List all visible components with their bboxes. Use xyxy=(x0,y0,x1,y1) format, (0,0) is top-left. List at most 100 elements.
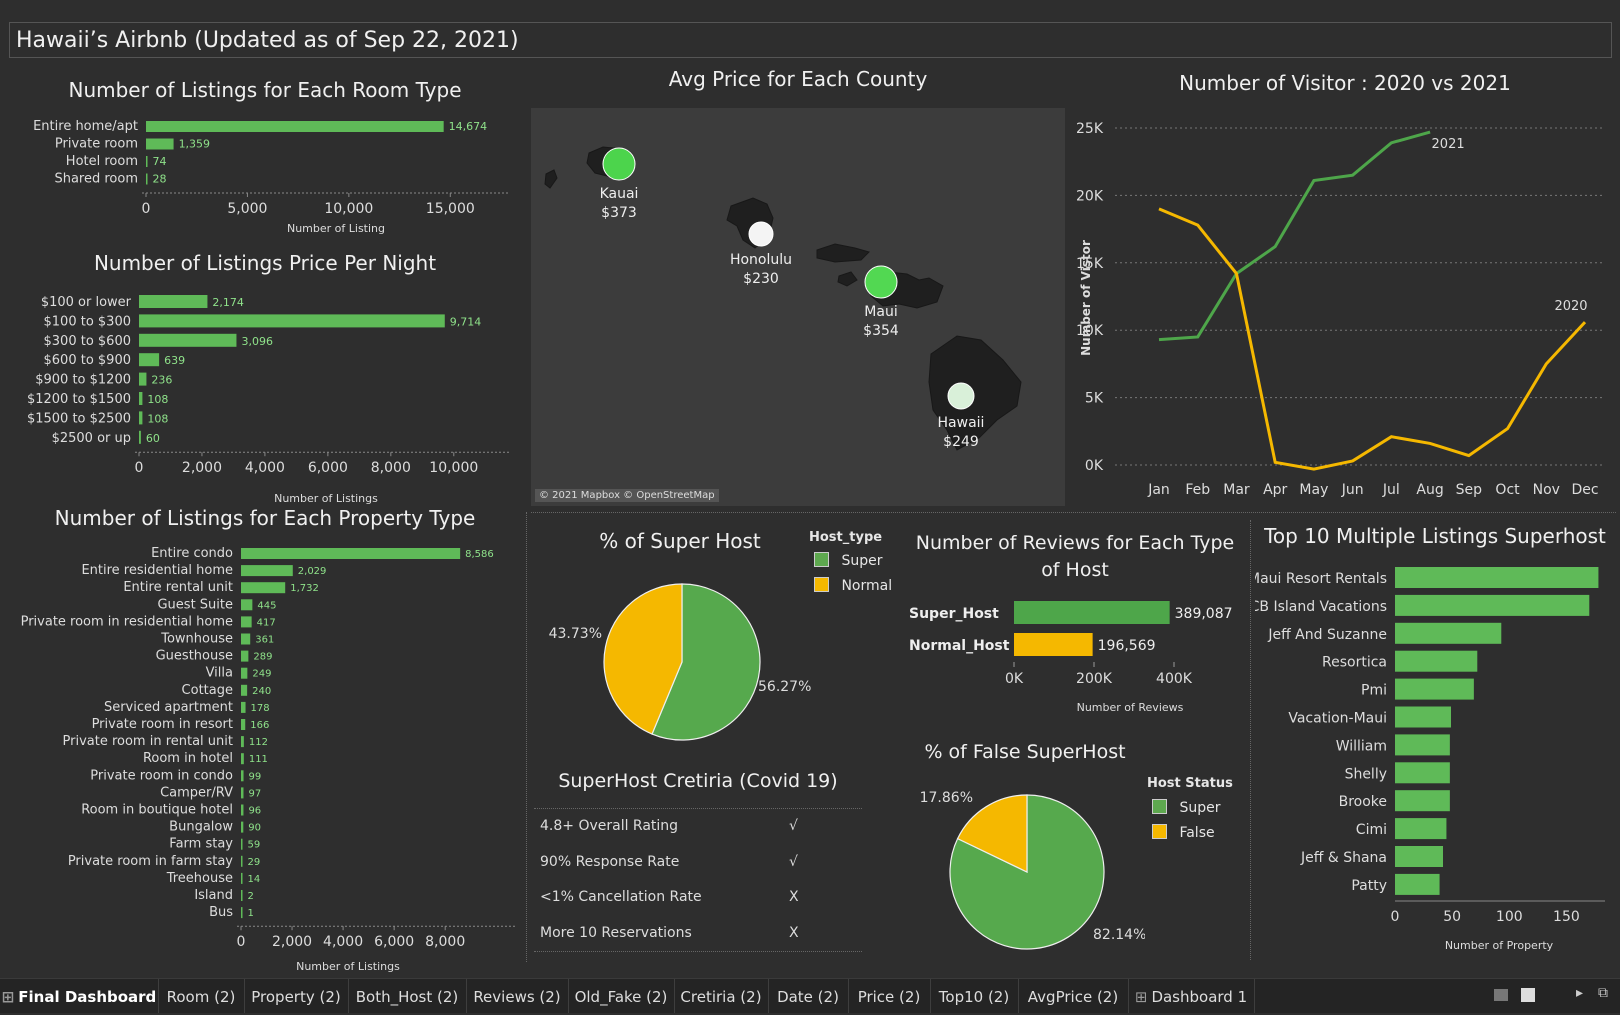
x-tick-label: 6,000 xyxy=(374,934,414,950)
x-tick-label: Nov xyxy=(1533,482,1560,498)
tab-date[interactable]: Date (2) xyxy=(768,979,849,1013)
x-tick-label: Oct xyxy=(1495,482,1520,498)
bar-category-label: $1500 to $2500 xyxy=(27,411,131,426)
tab-top10[interactable]: Top10 (2) xyxy=(930,979,1019,1013)
bar xyxy=(146,173,148,185)
legend-normal-label: Normal xyxy=(841,578,893,594)
legend-super[interactable]: Super xyxy=(814,552,882,569)
legend-fs-super[interactable]: Super xyxy=(1152,799,1220,816)
x-tick-label: 2,000 xyxy=(272,934,312,950)
bar xyxy=(1395,734,1450,756)
x-tick-label: 4,000 xyxy=(323,934,363,950)
y-tick-label: 25K xyxy=(1076,121,1104,137)
bar-value-label: 108 xyxy=(147,412,168,425)
room-type-chart: Entire home/apt 14,674 Private room 1,359 Ho… xyxy=(33,119,509,235)
host-type-legend-title: Host_type xyxy=(809,530,883,545)
tab-old-fake[interactable]: Old_Fake (2) xyxy=(568,979,675,1013)
bar-value-label: 639 xyxy=(164,354,185,367)
bar xyxy=(139,353,160,367)
county-map[interactable]: Kauai $373 Honolulu $230 Maui $354 Hawaii $249 … xyxy=(531,108,1065,506)
bar-value-label: 178 xyxy=(251,703,270,714)
tab-both-host[interactable]: Both_Host (2) xyxy=(348,979,467,1013)
tab-property[interactable]: Property (2) xyxy=(244,979,349,1013)
bar xyxy=(241,872,243,884)
filmstrip-view-icon[interactable] xyxy=(1494,989,1508,1001)
sheet-tab-bar: ⊞ Final Dashboard Room (2) Property (2) B… xyxy=(0,978,1620,1013)
county-name-label: Hawaii xyxy=(938,415,985,431)
criteria-row: More 10 Reservations X xyxy=(540,925,799,941)
price-night-chart: $100 or lower 2,174 $100 to $300 9,714 $300 … xyxy=(27,295,509,504)
pie-value-label: 82.14% xyxy=(1093,927,1145,943)
bar-value-label: 236 xyxy=(151,374,172,387)
presentation-icon[interactable]: ⧉ xyxy=(1598,985,1608,1001)
bar-category-label: $100 or lower xyxy=(41,295,132,310)
county-price-label: $373 xyxy=(601,205,637,221)
y-tick-label: 5K xyxy=(1085,391,1104,407)
tab-final-dashboard[interactable]: ⊞ Final Dashboard xyxy=(0,979,159,1013)
bar-category-label: Pmi xyxy=(1361,683,1387,699)
x-tick-label: 0 xyxy=(1391,909,1400,925)
tab-reviews[interactable]: Reviews (2) xyxy=(466,979,569,1013)
bar-category-label: Normal_Host xyxy=(909,638,1010,654)
visitor-line-chart: 0K5K10K15K20K25KJan Feb Mar Apr May Jun Jul Aug… xyxy=(1076,121,1605,498)
series-line-2021 xyxy=(1158,130,1431,342)
bar xyxy=(1395,790,1450,812)
tab-dashboard-1[interactable]: ⊞ Dashboard 1 xyxy=(1128,979,1255,1013)
criteria-row: 4.8+ Overall Rating √ xyxy=(540,818,798,834)
bar-category-label: Jeff And Suzanne xyxy=(1267,627,1387,643)
legend-normal[interactable]: Normal xyxy=(814,577,892,594)
island-shape xyxy=(816,243,870,263)
bar-value-label: 9,714 xyxy=(450,315,482,328)
bar-category-label: CB Island Vacations xyxy=(1255,599,1387,615)
bar xyxy=(139,372,147,386)
bar-value-label: 28 xyxy=(153,173,167,186)
county-price-label: $354 xyxy=(863,323,899,339)
bar-category-label: Hotel room xyxy=(66,154,138,169)
bar-value-label: 97 xyxy=(248,788,261,799)
tab-view-icon[interactable] xyxy=(1521,988,1535,1002)
bar xyxy=(241,890,243,901)
x-tick-label: 400K xyxy=(1156,671,1193,687)
bar-value-label: 111 xyxy=(249,754,268,765)
x-tick-label: Mar xyxy=(1223,482,1250,498)
bar-category-label: Maui Resort Rentals xyxy=(1255,571,1387,587)
bar xyxy=(241,599,253,611)
bar xyxy=(146,121,444,132)
x-tick-label: 100 xyxy=(1496,909,1523,925)
bar-category-label: Cottage xyxy=(182,683,233,698)
series-label: 2021 xyxy=(1432,137,1465,152)
x-tick-label: Apr xyxy=(1263,482,1287,498)
next-tab-icon[interactable]: ▸ xyxy=(1576,985,1583,1001)
county-price-marker xyxy=(748,221,774,247)
x-axis-title: Number of Listing xyxy=(287,222,385,235)
x-axis-title: Number of Reviews xyxy=(1077,701,1184,714)
legend-fs-false[interactable]: False xyxy=(1152,824,1215,841)
bar-category-label: Room in hotel xyxy=(143,751,233,766)
x-tick-label: 6,000 xyxy=(308,460,348,476)
false-superhost-pie: 82.14% 17.86% xyxy=(920,790,1145,950)
bar-value-label: 389,087 xyxy=(1175,606,1233,622)
pie-value-label: 17.86% xyxy=(920,790,973,806)
county-name-label: Honolulu xyxy=(730,252,792,268)
county-name-label: Kauai xyxy=(600,186,639,202)
bar-category-label: Cimi xyxy=(1356,822,1387,838)
bar xyxy=(1014,601,1170,624)
bar-value-label: 166 xyxy=(250,720,269,731)
x-tick-label: Dec xyxy=(1571,482,1598,498)
map-credit[interactable]: © 2021 Mapbox © OpenStreetMap xyxy=(535,489,719,502)
bar-value-label: 96 xyxy=(248,806,261,817)
bar-value-label: 59 xyxy=(248,840,261,851)
bar-category-label: Guesthouse xyxy=(156,649,233,664)
tab-avgprice[interactable]: AvgPrice (2) xyxy=(1018,979,1129,1013)
bar-category-label: Townhouse xyxy=(160,632,233,647)
bar-category-label: Shared room xyxy=(54,172,138,187)
bar xyxy=(139,392,143,405)
county-price-label: $230 xyxy=(743,271,779,287)
bar-category-label: Shelly xyxy=(1345,766,1387,782)
tab-room[interactable]: Room (2) xyxy=(158,979,245,1013)
tab-cretiria[interactable]: Cretiria (2) xyxy=(674,979,769,1013)
bar-value-label: 249 xyxy=(252,669,271,680)
bar-category-label: Private room xyxy=(55,137,138,152)
tab-price[interactable]: Price (2) xyxy=(848,979,931,1013)
bar-value-label: 29 xyxy=(248,857,261,868)
